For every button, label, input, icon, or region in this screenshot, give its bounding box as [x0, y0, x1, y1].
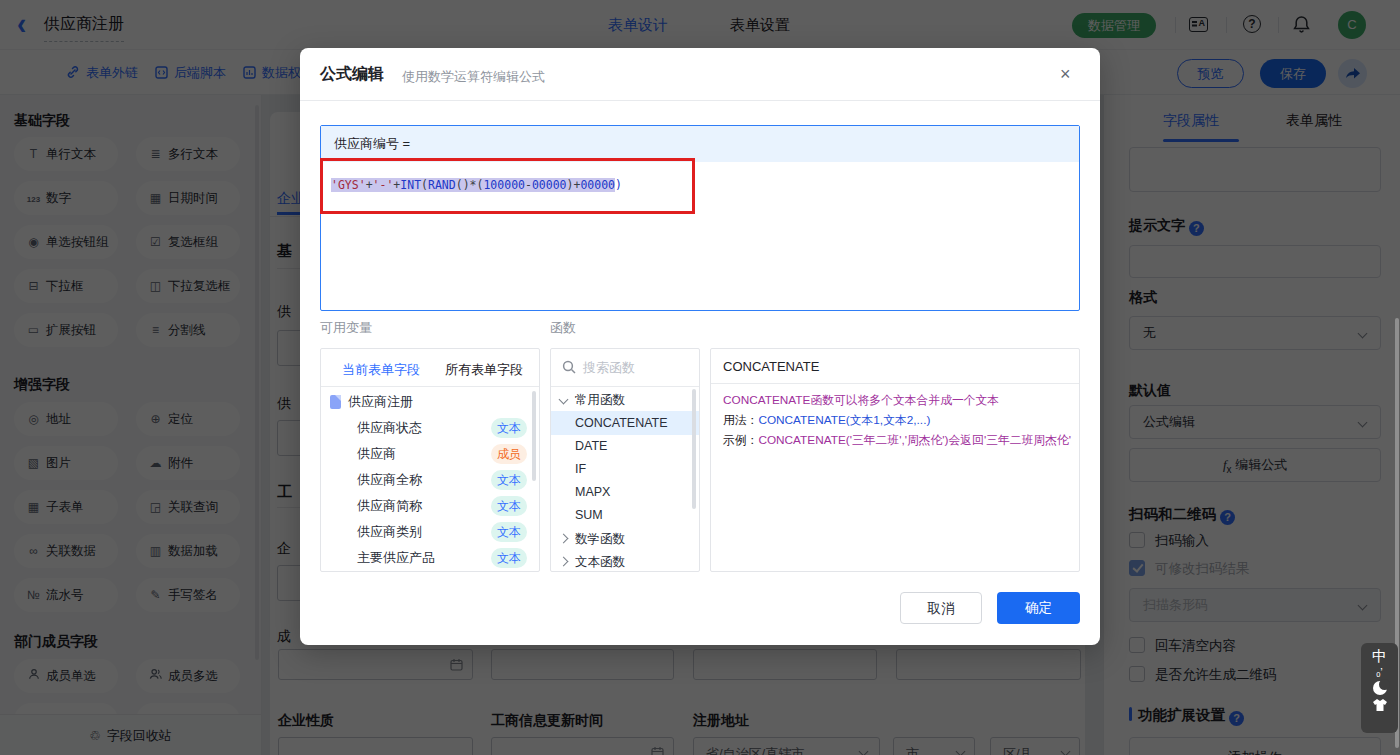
- divider: [711, 383, 1079, 384]
- ime-lang-indicator: 中: [1361, 645, 1398, 667]
- chevron-down-icon: [559, 395, 569, 405]
- field-type-tag: 文本: [491, 470, 527, 490]
- variable-item[interactable]: 供应商类别文本: [321, 519, 539, 545]
- variables-scrollbar[interactable]: [532, 391, 536, 481]
- function-item-sum[interactable]: SUM: [551, 503, 699, 527]
- functions-label: 函数: [550, 319, 576, 337]
- dialog-subtitle: 使用数学运算符编辑公式: [402, 68, 545, 86]
- ime-toolbar[interactable]: 中 ₒ’: [1361, 643, 1398, 733]
- field-type-tag: 文本: [491, 548, 527, 568]
- function-item-concatenate[interactable]: CONCATENATE: [551, 411, 699, 435]
- function-group-text[interactable]: 文本函数: [551, 550, 699, 574]
- variables-root[interactable]: 供应商注册: [321, 389, 539, 415]
- formula-target-field: 供应商编号 =: [321, 126, 1079, 162]
- variable-item[interactable]: 供应商成员: [321, 441, 539, 467]
- function-group-common[interactable]: 常用函数: [551, 388, 699, 412]
- variable-item[interactable]: 供应商状态文本: [321, 415, 539, 441]
- chevron-right-icon: [559, 557, 569, 567]
- variable-item[interactable]: 供应商简称文本: [321, 493, 539, 519]
- formula-edit-dialog: 公式编辑 使用数学运算符编辑公式 × 供应商编号 = 'GYS'+'-'+INT…: [300, 48, 1100, 645]
- field-type-tag: 文本: [491, 418, 527, 438]
- functions-scrollbar[interactable]: [692, 389, 696, 509]
- formula-editor[interactable]: 供应商编号 = 'GYS'+'-'+INT(RAND()*(100000-000…: [320, 125, 1080, 311]
- cancel-button[interactable]: 取消: [900, 592, 982, 624]
- function-group-math[interactable]: 数学函数: [551, 527, 699, 551]
- field-type-tag: 文本: [491, 496, 527, 516]
- function-doc-usage: 用法：CONCATENATE(文本1,文本2,...): [723, 413, 930, 429]
- variables-box: 当前表单字段 所有表单字段 供应商注册 供应商状态文本 供应商成员 供应商全称文…: [320, 348, 540, 572]
- tab-all-form-fields[interactable]: 所有表单字段: [445, 361, 523, 379]
- field-type-tag: 文本: [491, 522, 527, 542]
- ok-button[interactable]: 确定: [997, 592, 1080, 624]
- function-item-if[interactable]: IF: [551, 457, 699, 481]
- variable-item[interactable]: 供应商全称文本: [321, 467, 539, 493]
- divider: [300, 100, 1100, 101]
- function-doc-example: 示例：CONCATENATE('三年二班','周杰伦')会返回'三年二班周杰伦': [723, 433, 1071, 449]
- search-placeholder: 搜索函数: [583, 359, 635, 377]
- shirt-icon[interactable]: [1372, 698, 1388, 712]
- chevron-right-icon: [559, 534, 569, 544]
- function-item-date[interactable]: DATE: [551, 434, 699, 458]
- search-icon: [562, 360, 576, 374]
- divider: [321, 386, 539, 387]
- function-doc-title: CONCATENATE: [723, 359, 819, 374]
- dialog-title: 公式编辑: [320, 64, 384, 85]
- available-variables-label: 可用变量: [320, 319, 372, 337]
- function-search[interactable]: 搜索函数: [551, 349, 699, 386]
- close-icon[interactable]: ×: [1060, 64, 1071, 85]
- function-item-mapx[interactable]: MAPX: [551, 480, 699, 504]
- moon-icon[interactable]: [1373, 681, 1387, 695]
- form-doc-icon: [330, 395, 341, 409]
- function-doc-box: CONCATENATE CONCATENATE函数可以将多个文本合并成一个文本 …: [710, 348, 1080, 572]
- divider: [551, 386, 699, 387]
- function-doc-desc: CONCATENATE函数可以将多个文本合并成一个文本: [723, 393, 999, 409]
- ime-apostrophe-icon: ₒ’: [1361, 667, 1398, 677]
- variable-item[interactable]: 主要供应产品文本: [321, 545, 539, 571]
- functions-box: 搜索函数 常用函数 CONCATENATE DATE IF MAPX SUM 数…: [550, 348, 700, 572]
- app-root: ‹ 供应商注册 表单设计 表单设置 数据管理 ? C 表单外链 后端脚本 数据权…: [0, 0, 1400, 755]
- field-type-tag: 成员: [491, 444, 527, 464]
- annotation-red-box: [320, 158, 695, 214]
- tab-current-form-fields[interactable]: 当前表单字段: [342, 361, 420, 379]
